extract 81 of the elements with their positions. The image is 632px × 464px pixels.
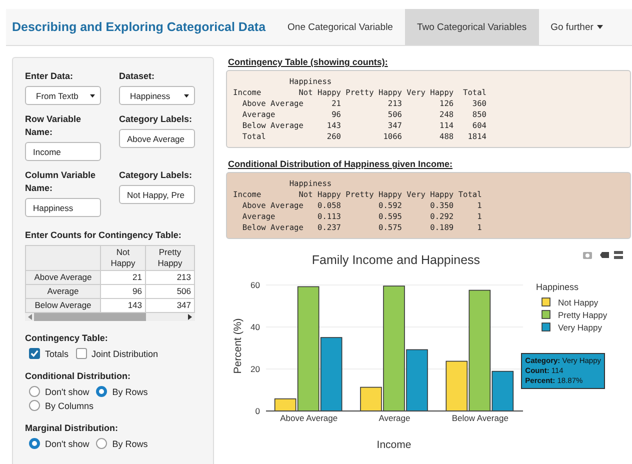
select-field[interactable]: From Textb	[25, 86, 101, 105]
nav-tab[interactable]: Two Categorical Variables	[404, 9, 539, 45]
table-cell[interactable]: 506	[146, 284, 194, 298]
table-cell[interactable]: 21	[100, 270, 146, 284]
row-header: Average	[26, 284, 100, 298]
menu-icon[interactable]	[614, 251, 623, 259]
scroll-left-icon[interactable]	[28, 314, 32, 320]
app-title[interactable]: Describing and Exploring Categorical Data	[6, 20, 276, 34]
legend-title: Happiness	[536, 282, 579, 292]
bar[interactable]	[468, 290, 491, 412]
legend-swatch[interactable]	[542, 322, 550, 332]
legend-swatch[interactable]	[542, 298, 550, 306]
input-field[interactable]: Happiness	[25, 198, 101, 217]
row-header: Above Average	[26, 270, 100, 284]
radio-button[interactable]	[96, 438, 108, 449]
section-label: Contingency Table:	[25, 332, 109, 345]
chart-title: Family Income and Happiness	[312, 253, 480, 267]
field-label: Category Labels:	[119, 169, 194, 182]
caret-icon	[184, 94, 189, 98]
bar[interactable]	[274, 398, 296, 412]
table-cell[interactable]: 96	[100, 284, 146, 298]
axis-tick-label: 0	[255, 406, 260, 416]
radio-button[interactable]	[29, 400, 40, 411]
output-heading: Contingency Table (showing counts):	[228, 57, 389, 67]
section-label: Enter Counts for Contingency Table:	[25, 229, 182, 242]
radio-button[interactable]	[96, 386, 108, 397]
option-label: By Columns	[45, 400, 94, 410]
nav-tab[interactable]: One Categorical Variable	[276, 9, 405, 45]
output-heading: Conditional Distribution of Happiness given Income:	[228, 159, 454, 169]
scroll-right-icon[interactable]	[188, 314, 192, 320]
checkbox[interactable]	[76, 348, 87, 359]
axis-tick-label: 20	[250, 364, 260, 374]
option-label: By Rows	[112, 438, 148, 448]
row-header: Below Average	[26, 298, 100, 312]
bar[interactable]	[383, 286, 405, 412]
option-label: By Rows	[112, 386, 148, 396]
legend-label[interactable]: Very Happy	[558, 322, 602, 332]
select-field[interactable]: Happiness	[119, 86, 195, 105]
caret-icon	[90, 94, 95, 98]
bar[interactable]	[446, 360, 468, 412]
axis-tick-label: Average	[378, 413, 410, 423]
bar[interactable]	[492, 370, 514, 412]
section-label: Conditional Distribution:	[25, 370, 132, 383]
field-label: Category Labels:	[119, 113, 194, 126]
input-field[interactable]: Not Happy, Pre	[119, 185, 195, 204]
table-cell[interactable]: 143	[100, 298, 146, 312]
scrollbar[interactable]	[25, 313, 195, 321]
nav-tab[interactable]: Go further	[538, 9, 616, 45]
column-header: Not Happy	[100, 246, 146, 270]
tag-icon[interactable]	[600, 252, 609, 258]
bar[interactable]	[297, 286, 320, 412]
axis-tick-label: 60	[250, 280, 260, 290]
checkbox[interactable]	[29, 348, 40, 359]
caret-icon	[597, 25, 604, 29]
axis-tick-label: 40	[250, 322, 260, 332]
bar[interactable]	[360, 386, 382, 412]
radio-button[interactable]	[29, 386, 40, 397]
legend-label[interactable]: Pretty Happy	[558, 310, 608, 320]
radio-button[interactable]	[29, 438, 40, 449]
table-cell[interactable]: 347	[146, 298, 194, 312]
axis-tick-label: Above Average	[280, 413, 338, 423]
field-label: Row Variable Name:	[25, 113, 82, 139]
field-label: Dataset:	[119, 70, 156, 83]
legend-label[interactable]: Not Happy	[558, 298, 598, 308]
axis-tick-label: Below Average	[452, 413, 508, 423]
axis-title: Income	[376, 439, 412, 451]
column-header: Pretty Happy	[146, 246, 194, 270]
option-label: Don't show	[45, 438, 90, 448]
field-label: Column Variable Name:	[25, 169, 97, 195]
option-label: Totals	[45, 348, 69, 358]
camera-icon[interactable]	[583, 252, 592, 259]
input-field[interactable]: Above Average	[119, 129, 195, 148]
input-field[interactable]: Income	[25, 142, 101, 161]
bar[interactable]	[320, 337, 342, 412]
table-cell[interactable]: 213	[146, 270, 194, 284]
legend-swatch[interactable]	[542, 310, 550, 319]
field-label: Enter Data:	[25, 70, 74, 83]
section-label: Marginal Distribution:	[25, 422, 119, 435]
option-label: Don't show	[45, 386, 90, 396]
axis-title: Percent (%)	[232, 318, 244, 374]
option-label: Joint Distribution	[92, 348, 158, 358]
